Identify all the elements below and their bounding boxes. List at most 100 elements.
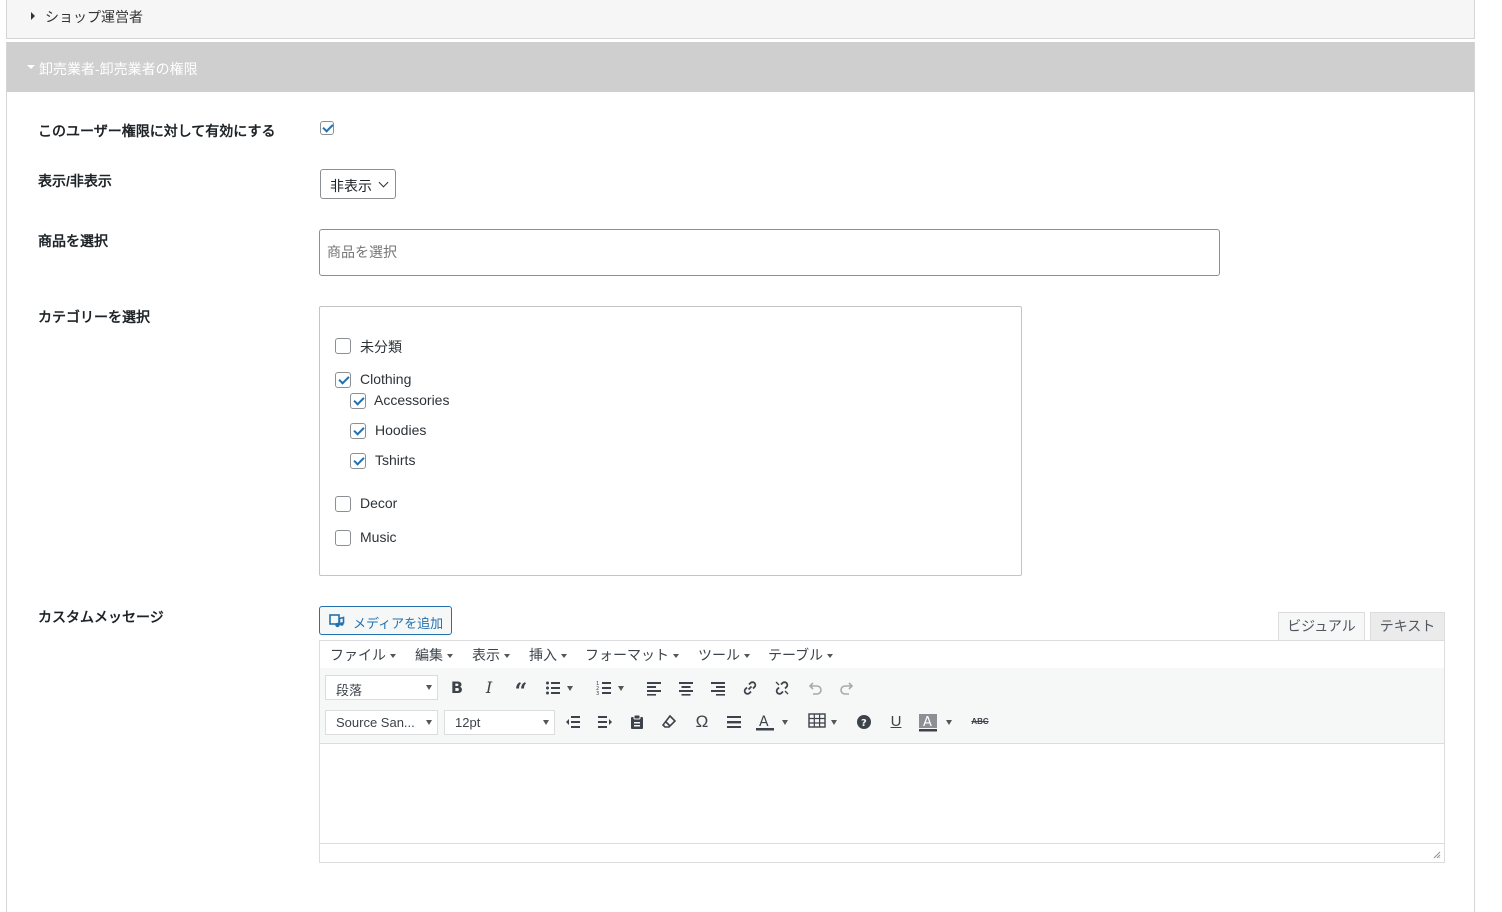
category-checkbox-music[interactable] [335,530,351,546]
wholesaler-panel-header[interactable]: 卸売業者-卸売業者の権限 [7,42,1474,92]
indent-icon[interactable] [594,711,616,733]
categories-list: 未分類 Clothing Accessories Hoodies Tshirts… [319,306,1022,576]
underline-icon[interactable]: U [885,711,907,733]
svg-text:A: A [923,715,932,730]
shop-manager-panel[interactable]: ショップ運営者 [6,0,1475,39]
menu-tools[interactable]: ツール [698,645,750,665]
visibility-label: 表示/非表示 [38,173,112,189]
category-checkbox-accessories[interactable] [350,393,366,409]
background-color-dropdown[interactable] [944,711,956,733]
tab-text[interactable]: テキスト [1370,612,1445,641]
category-label-decor: Decor [360,495,398,511]
category-label-clothing: Clothing [360,371,412,387]
svg-text:?: ? [861,718,867,729]
category-checkbox-clothing[interactable] [335,372,351,388]
dropdown-arrow-icon [426,685,432,690]
caret-right-icon [31,12,35,20]
table-dropdown[interactable] [829,711,841,733]
editor-toolbar: 段落 B I “ 123 Source San... 12pt Ω A ? U … [320,668,1444,744]
enable-checkbox[interactable] [320,121,334,135]
rich-text-editor: ファイル 編集 表示 挿入 フォーマット ツール テーブル 段落 B I “ 1… [319,640,1445,863]
custom-message-label: カスタムメッセージ [38,609,164,625]
align-center-icon[interactable] [675,677,697,699]
horizontal-line-icon[interactable] [723,711,745,733]
dropdown-arrow-icon [543,720,549,725]
clear-format-icon[interactable] [658,711,680,733]
category-label-music: Music [360,529,397,545]
align-right-icon[interactable] [707,677,729,699]
wholesaler-panel-title: 卸売業者-卸売業者の権限 [39,61,198,77]
visibility-select-value: 非表示 [330,178,372,194]
category-label-accessories: Accessories [374,392,450,408]
blockquote-icon[interactable]: “ [510,677,532,705]
undo-icon[interactable] [804,677,826,699]
category-checkbox-hoodies[interactable] [350,423,366,439]
bullet-list-icon[interactable] [542,677,564,699]
dropdown-arrow-icon [390,654,396,659]
dropdown-arrow-icon [831,720,837,725]
products-label: 商品を選択 [38,233,108,249]
visibility-select[interactable]: 非表示 [320,169,396,199]
dropdown-arrow-icon [561,654,567,659]
italic-icon[interactable]: I [478,677,500,699]
table-icon[interactable] [806,710,828,732]
dropdown-arrow-icon [744,654,750,659]
menu-table[interactable]: テーブル [768,645,834,665]
bold-icon[interactable]: B [446,677,468,699]
omega-icon[interactable]: Ω [691,711,713,733]
menu-file[interactable]: ファイル [330,645,396,665]
font-family-select[interactable]: Source San... [325,710,438,735]
tab-visual[interactable]: ビジュアル [1278,612,1365,641]
background-color-icon[interactable]: A [917,711,939,733]
font-size-select[interactable]: 12pt [444,710,555,735]
category-label-tshirts: Tshirts [375,452,416,468]
add-media-button[interactable]: メディアを追加 [319,606,452,635]
menu-insert[interactable]: 挿入 [529,645,567,665]
align-left-icon[interactable] [643,677,665,699]
dropdown-arrow-icon [567,686,573,691]
editor-statusbar [320,843,1444,862]
redo-icon[interactable] [836,677,858,699]
chevron-down-icon [378,177,389,188]
category-checkbox-decor[interactable] [335,496,351,512]
unlink-icon[interactable] [771,677,793,699]
paragraph-format-select[interactable]: 段落 [325,675,438,700]
menu-format[interactable]: フォーマット [585,645,679,665]
category-label-hoodies: Hoodies [375,422,427,438]
svg-text:3: 3 [596,691,599,696]
caret-down-icon [27,65,35,69]
svg-text:A: A [759,714,769,730]
dropdown-arrow-icon [673,654,679,659]
text-color-dropdown[interactable] [780,711,792,733]
dropdown-arrow-icon [946,720,952,725]
menu-view[interactable]: 表示 [472,645,510,665]
editor-content-area[interactable] [320,744,1444,844]
media-icon [329,614,345,628]
help-icon[interactable]: ? [853,711,875,733]
editor-menubar: ファイル 編集 表示 挿入 フォーマット ツール テーブル [320,641,1444,669]
dropdown-arrow-icon [618,686,624,691]
dropdown-arrow-icon [447,654,453,659]
numbered-list-icon[interactable]: 123 [593,677,615,699]
products-search-input[interactable]: 商品を選択 [319,229,1220,276]
categories-label: カテゴリーを選択 [38,309,150,325]
text-color-icon[interactable]: A [754,711,776,733]
menu-edit[interactable]: 編集 [415,645,453,665]
dropdown-arrow-icon [504,654,510,659]
resize-grip-icon[interactable] [1433,851,1441,859]
numbered-list-dropdown[interactable] [616,677,628,699]
dropdown-arrow-icon [782,720,788,725]
enable-label: このユーザー権限に対して有効にする [38,123,276,139]
bullet-list-dropdown[interactable] [565,677,577,699]
strikethrough-icon[interactable]: ABC [969,711,991,733]
dropdown-arrow-icon [827,654,834,659]
category-label-uncategorized: 未分類 [360,339,402,355]
shop-manager-panel-title: ショップ運営者 [45,9,143,25]
add-media-label: メディアを追加 [353,616,444,631]
category-checkbox-tshirts[interactable] [350,453,366,469]
link-icon[interactable] [739,677,761,699]
paste-text-icon[interactable] [626,711,648,733]
dropdown-arrow-icon [426,720,432,725]
category-checkbox-uncategorized[interactable] [335,338,351,354]
outdent-icon[interactable] [562,711,584,733]
